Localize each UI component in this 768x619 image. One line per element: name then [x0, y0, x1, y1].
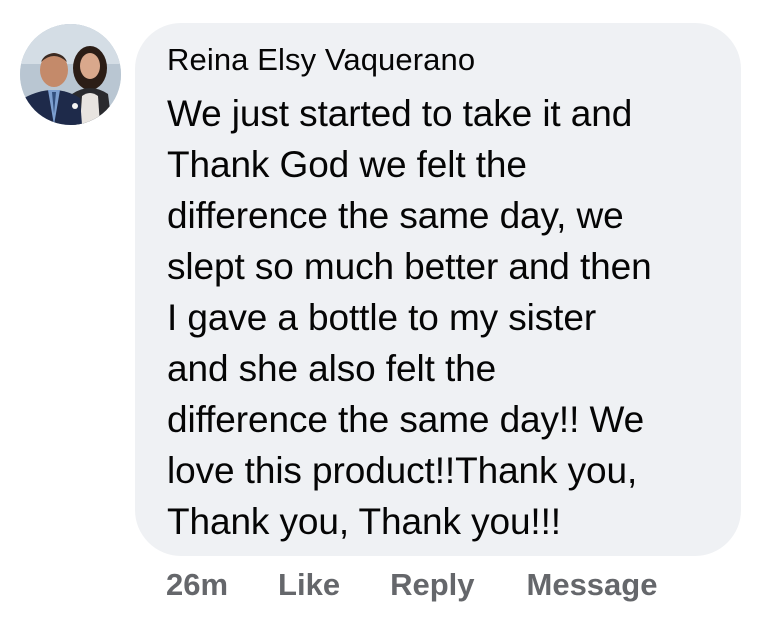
comment: Reina Elsy Vaquerano We just started to …	[0, 0, 768, 619]
comment-actions: 26m Like Reply Message	[166, 563, 657, 607]
comment-text: We just started to take it and Thank God…	[167, 93, 652, 542]
comment-author[interactable]: Reina Elsy Vaquerano	[167, 41, 711, 79]
comment-bubble: Reina Elsy Vaquerano We just started to …	[135, 23, 741, 556]
reply-button[interactable]: Reply	[390, 567, 474, 603]
like-button[interactable]: Like	[278, 567, 340, 603]
avatar-photo	[20, 24, 121, 125]
comment-timestamp[interactable]: 26m	[166, 567, 228, 603]
avatar[interactable]	[20, 24, 121, 125]
message-button[interactable]: Message	[527, 567, 658, 603]
